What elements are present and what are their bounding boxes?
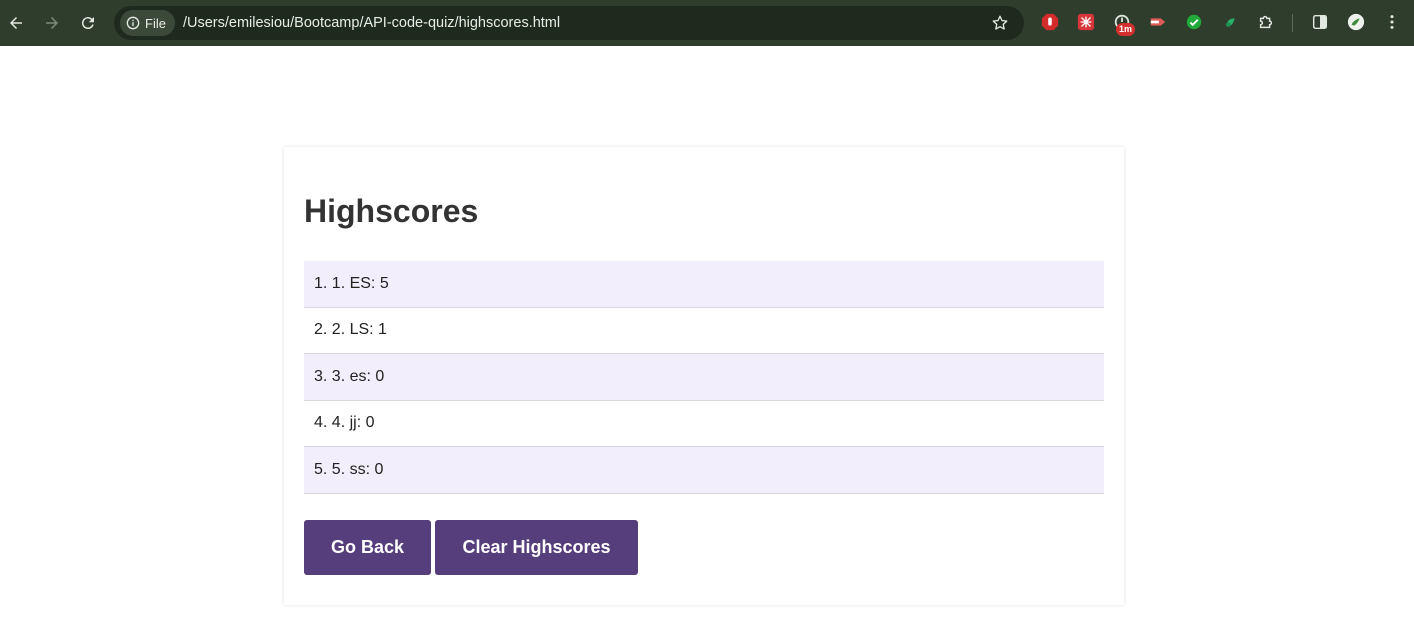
stop-hand-icon bbox=[1041, 13, 1059, 31]
leaf-icon bbox=[1225, 18, 1235, 27]
check-circle-icon bbox=[1186, 14, 1202, 30]
extension-grid[interactable] bbox=[1076, 12, 1096, 32]
extensions-menu-button[interactable] bbox=[1256, 12, 1276, 32]
reload-icon bbox=[81, 17, 94, 30]
extension-check[interactable] bbox=[1184, 12, 1204, 32]
side-panel-button[interactable] bbox=[1310, 12, 1330, 32]
star-icon bbox=[992, 15, 1008, 30]
extension-adblock[interactable] bbox=[1040, 12, 1060, 32]
score-row: 1. 1. ES: 5 bbox=[304, 261, 1104, 308]
bookmark-button[interactable] bbox=[990, 13, 1010, 33]
info-icon bbox=[126, 16, 140, 30]
forward-button[interactable] bbox=[40, 11, 64, 35]
toolbar-divider bbox=[1292, 14, 1293, 32]
avatar-icon bbox=[1347, 13, 1365, 31]
puzzle-icon bbox=[1259, 15, 1273, 29]
site-info-chip[interactable]: File bbox=[120, 10, 175, 36]
address-bar[interactable]: File /Users/emilesiou/Bootcamp/API-code-… bbox=[114, 6, 1024, 40]
extension-arrow[interactable] bbox=[1148, 12, 1168, 32]
grid-icon bbox=[1077, 13, 1095, 31]
score-row: 4. 4. jj: 0 bbox=[304, 400, 1104, 447]
arrow-left-icon bbox=[10, 17, 22, 29]
clear-highscores-button[interactable]: Clear Highscores bbox=[435, 520, 638, 575]
file-chip-label: File bbox=[145, 15, 166, 31]
url-text[interactable]: /Users/emilesiou/Bootcamp/API-code-quiz/… bbox=[183, 15, 560, 31]
score-row: 3. 3. es: 0 bbox=[304, 354, 1104, 401]
go-back-button[interactable]: Go Back bbox=[304, 520, 431, 575]
arrow-right-icon bbox=[46, 17, 58, 29]
highscores-card: Highscores 1. 1. ES: 5 2. 2. LS: 1 3. 3.… bbox=[284, 147, 1124, 605]
side-panel-icon bbox=[1312, 14, 1328, 30]
browser-toolbar: File /Users/emilesiou/Bootcamp/API-code-… bbox=[0, 0, 1414, 46]
score-row: 5. 5. ss: 0 bbox=[304, 447, 1104, 494]
page-title: Highscores bbox=[304, 193, 479, 229]
extension-leaf[interactable] bbox=[1220, 12, 1240, 32]
score-row: 2. 2. LS: 1 bbox=[304, 307, 1104, 354]
browser-menu-button[interactable] bbox=[1382, 12, 1402, 32]
extension-badge: 1m bbox=[1116, 23, 1136, 36]
kebab-menu-icon bbox=[1390, 15, 1394, 29]
profile-button[interactable] bbox=[1346, 12, 1366, 32]
reload-button[interactable] bbox=[76, 11, 100, 35]
back-button[interactable] bbox=[4, 11, 28, 35]
arrow-tag-icon bbox=[1150, 18, 1166, 26]
score-list: 1. 1. ES: 5 2. 2. LS: 1 3. 3. es: 0 4. 4… bbox=[304, 261, 1104, 494]
